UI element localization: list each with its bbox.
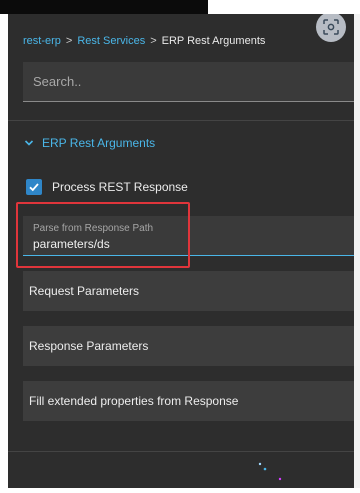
field-label: Parse from Response Path (33, 223, 154, 234)
breadcrumb-rest-services[interactable]: Rest Services (77, 35, 145, 47)
breadcrumb: rest-erp > Rest Services > ERP Rest Argu… (23, 34, 265, 48)
accordion-response-parameters[interactable]: Response Parameters (23, 326, 354, 366)
accordion-label: Response Parameters (29, 339, 149, 353)
page-edge (354, 14, 360, 488)
top-dark-bar (0, 0, 208, 14)
chevron-down-icon (24, 140, 34, 146)
divider (8, 120, 354, 121)
breadcrumb-separator: > (65, 35, 73, 47)
sparkle-icon (258, 462, 282, 481)
screenshot-button[interactable] (316, 14, 346, 42)
accordion-label: Fill extended properties from Response (29, 394, 239, 408)
checkbox-label: Process REST Response (52, 179, 188, 194)
properties-panel: rest-erp > Rest Services > ERP Rest Argu… (8, 14, 354, 488)
accordion-fill-extended-properties[interactable]: Fill extended properties from Response (23, 381, 354, 421)
accordion-request-parameters[interactable]: Request Parameters (23, 271, 354, 311)
field-value[interactable]: parameters/ds (33, 236, 354, 252)
footer-divider (8, 451, 354, 452)
search-input[interactable] (33, 74, 354, 89)
section-title: ERP Rest Arguments (42, 136, 156, 150)
section-header-erp-rest-arguments[interactable]: ERP Rest Arguments (24, 135, 155, 151)
accordion-label: Request Parameters (29, 284, 140, 298)
breadcrumb-rest-erp[interactable]: rest-erp (23, 35, 61, 47)
checkmark-icon (29, 182, 39, 191)
parse-response-path-field[interactable]: Parse from Response Path parameters/ds (23, 216, 354, 256)
search-box (23, 62, 354, 102)
process-rest-response-checkbox[interactable]: Process REST Response (26, 178, 188, 195)
breadcrumb-separator: > (150, 35, 157, 47)
breadcrumb-current: ERP Rest Arguments (161, 35, 266, 47)
screenshot-icon (323, 19, 339, 35)
checkbox-box[interactable] (26, 178, 42, 195)
